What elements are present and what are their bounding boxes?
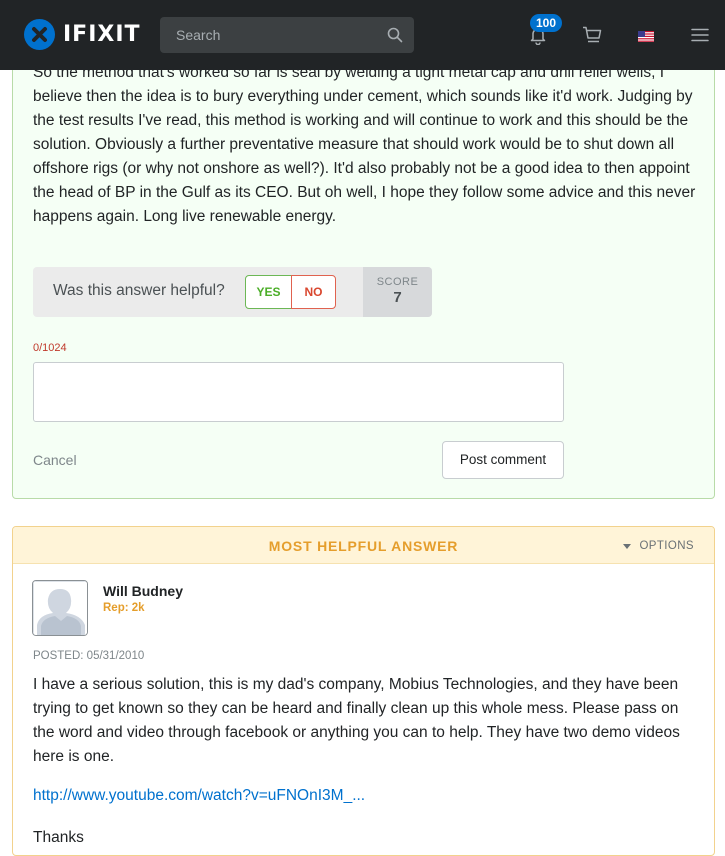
score-value: 7: [393, 289, 402, 306]
us-flag-icon[interactable]: [638, 29, 654, 42]
caret-down-icon: [623, 540, 632, 552]
logo-text: IFIXIT: [63, 22, 141, 47]
options-label: OPTIONS: [639, 540, 694, 552]
most-helpful-answer-title: MOST HELPFUL ANSWER: [268, 538, 459, 554]
character-counter: 0/1024: [33, 342, 67, 354]
helpful-question: Was this answer helpful?: [53, 282, 225, 299]
vote-yes-button[interactable]: YES: [245, 275, 292, 309]
answer-body: I have a serious solution, this is my da…: [33, 676, 680, 765]
answer-signoff: Thanks: [33, 829, 84, 846]
hamburger-menu-icon[interactable]: [691, 28, 709, 47]
search-input[interactable]: [160, 17, 414, 53]
ifixit-logo-icon: [24, 19, 55, 50]
comment-textarea[interactable]: [33, 362, 564, 422]
author-avatar[interactable]: [32, 580, 88, 636]
options-dropdown[interactable]: OPTIONS: [623, 540, 694, 552]
posted-date: POSTED: 05/31/2010: [33, 650, 145, 662]
score-label: SCORE: [376, 276, 419, 288]
cart-icon[interactable]: [582, 26, 602, 49]
vote-no-button[interactable]: NO: [291, 275, 336, 309]
search-icon[interactable]: [387, 27, 403, 48]
top-navigation-bar: IFIXIT 100: [0, 0, 725, 70]
post-comment-button[interactable]: Post comment: [442, 441, 564, 479]
author-reputation: Rep: 2k: [103, 602, 145, 614]
answer-body: So the method that's worked so far is se…: [33, 64, 696, 225]
search-bar: [160, 17, 414, 53]
notification-count-badge[interactable]: 100: [530, 14, 562, 32]
author-name[interactable]: Will Budney: [103, 583, 183, 599]
youtube-link[interactable]: http://www.youtube.com/watch?v=uFNOnI3M_…: [33, 787, 365, 805]
cancel-button[interactable]: Cancel: [33, 452, 77, 468]
answer-card-header: MOST HELPFUL ANSWER OPTIONS: [13, 527, 714, 564]
helpful-vote-bar: Was this answer helpful? YES NO SCORE 7: [33, 267, 432, 317]
ifixit-logo[interactable]: IFIXIT: [24, 19, 141, 50]
score-box: SCORE 7: [363, 267, 432, 317]
